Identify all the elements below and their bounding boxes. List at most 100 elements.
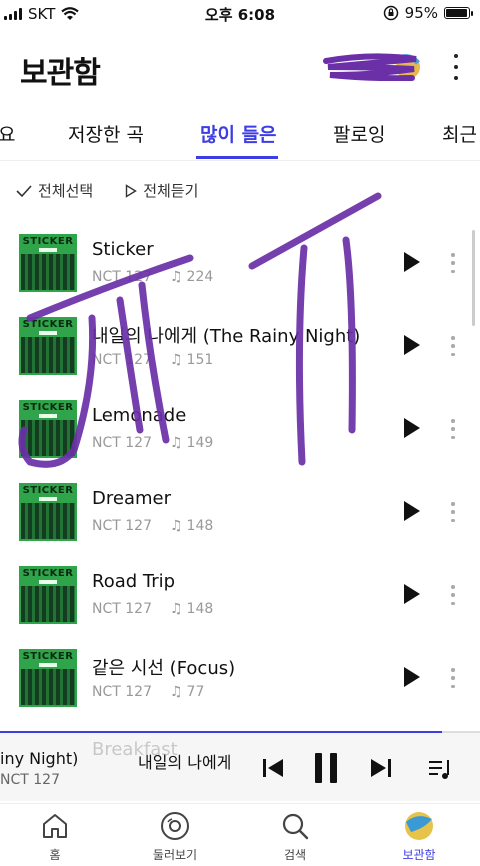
- play-icon[interactable]: [404, 252, 420, 272]
- song-row[interactable]: STICKER Lemonade NCT 127 ♫ 149: [0, 388, 480, 471]
- album-art[interactable]: STICKER: [19, 649, 77, 707]
- more-options-icon[interactable]: [450, 253, 456, 273]
- album-art[interactable]: STICKER: [19, 317, 77, 375]
- song-artist: NCT 127: [92, 435, 152, 451]
- play-all-label: 전체듣기: [143, 182, 199, 200]
- home-icon: [43, 814, 67, 838]
- battery-percent: 95%: [404, 4, 438, 22]
- nav-search-label: 검색: [283, 848, 307, 862]
- nav-home-label: 홈: [49, 848, 61, 862]
- play-count: 148: [186, 518, 214, 534]
- select-all-button[interactable]: 전체선택: [16, 180, 93, 201]
- battery-fill: [446, 9, 467, 17]
- check-icon: [16, 184, 32, 197]
- tab-bar: 요 저장한 곡 많이 들은 팔로잉 최근: [0, 112, 480, 161]
- song-artist: NCT 127: [92, 352, 152, 368]
- mini-player[interactable]: Breakfast iny Night) NCT 127 내일의 나에게: [0, 731, 480, 801]
- playback-progress[interactable]: [0, 731, 480, 733]
- song-list: STICKER Sticker NCT 127 ♫ 224 STICKER 내일의 …: [0, 222, 480, 720]
- playlist-queue-icon[interactable]: [428, 757, 454, 781]
- page-title: 보관함: [20, 56, 101, 91]
- album-art-title: STICKER: [22, 485, 74, 496]
- library-profile-icon: [405, 812, 433, 840]
- more-options-icon[interactable]: [450, 585, 456, 605]
- header: 보관함: [0, 40, 480, 96]
- more-options-icon[interactable]: [450, 336, 456, 356]
- play-count: 151: [186, 352, 214, 368]
- music-note-icon: ♫: [169, 435, 183, 451]
- playback-progress-fill: [0, 731, 442, 733]
- more-options-icon[interactable]: [452, 54, 460, 80]
- play-count: 149: [186, 435, 214, 451]
- song-title: Dreamer: [92, 488, 171, 509]
- song-artist: NCT 127: [92, 518, 152, 534]
- pause-icon[interactable]: [314, 753, 338, 783]
- browse-disc-icon: [161, 812, 189, 840]
- play-icon[interactable]: [404, 667, 420, 687]
- song-row[interactable]: STICKER Road Trip NCT 127 ♫ 148: [0, 554, 480, 637]
- song-artist: NCT 127: [92, 601, 152, 617]
- music-note-icon: ♫: [169, 352, 183, 368]
- tab-partial-left[interactable]: 요: [0, 120, 15, 147]
- tab-recent[interactable]: 최근: [442, 120, 477, 147]
- more-options-icon[interactable]: [450, 668, 456, 688]
- next-track-icon[interactable]: [370, 758, 392, 778]
- song-row[interactable]: STICKER Dreamer NCT 127 ♫ 148: [0, 471, 480, 554]
- status-right: 95%: [383, 4, 473, 22]
- album-art[interactable]: STICKER: [19, 400, 77, 458]
- music-note-icon: ♫: [169, 269, 183, 285]
- song-row[interactable]: STICKER 같은 시선 (Focus) NCT 127 ♫ 77: [0, 637, 480, 720]
- song-artist: NCT 127: [92, 684, 152, 700]
- nav-library[interactable]: 보관함: [374, 810, 464, 863]
- previous-track-icon[interactable]: [262, 758, 284, 778]
- album-art-title: STICKER: [22, 236, 74, 247]
- song-title: Sticker: [92, 239, 154, 260]
- song-artist: NCT 127: [92, 269, 152, 285]
- album-art-title: STICKER: [22, 568, 74, 579]
- music-note-icon: ♫: [169, 684, 183, 700]
- tab-most-played[interactable]: 많이 들은: [200, 120, 277, 147]
- song-meta: NCT 127 ♫ 148: [92, 601, 213, 617]
- play-count: 148: [186, 601, 214, 617]
- play-icon[interactable]: [404, 418, 420, 438]
- song-title: 같은 시선 (Focus): [92, 658, 236, 679]
- nav-browse[interactable]: 둘러보기: [130, 810, 220, 863]
- profile-avatar[interactable]: [322, 53, 422, 81]
- tab-following[interactable]: 팔로잉: [333, 120, 385, 147]
- more-options-icon[interactable]: [450, 502, 456, 522]
- more-options-icon[interactable]: [450, 419, 456, 439]
- rotation-lock-icon: [383, 5, 398, 21]
- nav-search[interactable]: 검색: [250, 810, 340, 863]
- nav-browse-label: 둘러보기: [152, 848, 198, 862]
- nav-home[interactable]: 홈: [10, 810, 100, 863]
- song-title: Lemonade: [92, 405, 187, 426]
- song-meta: NCT 127 ♫ 224: [92, 269, 213, 285]
- play-outline-icon: [126, 183, 138, 198]
- play-icon[interactable]: [404, 335, 420, 355]
- album-art[interactable]: STICKER: [19, 234, 77, 292]
- scrollbar[interactable]: [472, 230, 475, 326]
- song-meta: NCT 127 ♫ 149: [92, 435, 213, 451]
- select-all-label: 전체선택: [38, 182, 94, 200]
- active-tab-indicator: [196, 156, 278, 159]
- tab-saved-songs[interactable]: 저장한 곡: [68, 120, 144, 147]
- play-icon[interactable]: [404, 501, 420, 521]
- nav-library-label: 보관함: [402, 848, 436, 862]
- play-icon[interactable]: [404, 584, 420, 604]
- album-art-title: STICKER: [22, 319, 74, 330]
- list-actions: 전체선택 전체듣기: [16, 180, 198, 201]
- album-art-title: STICKER: [22, 402, 74, 413]
- play-all-button[interactable]: 전체듣기: [125, 180, 198, 201]
- now-playing-title-scroll: iny Night): [0, 749, 79, 768]
- song-row[interactable]: STICKER Sticker NCT 127 ♫ 224: [0, 222, 480, 305]
- music-note-icon: ♫: [169, 601, 183, 617]
- album-art[interactable]: STICKER: [19, 483, 77, 541]
- battery-icon: [444, 7, 473, 19]
- album-art-title: STICKER: [22, 651, 74, 662]
- song-row[interactable]: STICKER 내일의 나에게 (The Rainy Night) NCT 12…: [0, 305, 480, 388]
- song-meta: NCT 127 ♫ 148: [92, 518, 213, 534]
- now-playing-artist: NCT 127: [0, 772, 60, 788]
- play-count: 77: [186, 684, 205, 700]
- album-art[interactable]: STICKER: [19, 566, 77, 624]
- song-meta: NCT 127 ♫ 151: [92, 352, 213, 368]
